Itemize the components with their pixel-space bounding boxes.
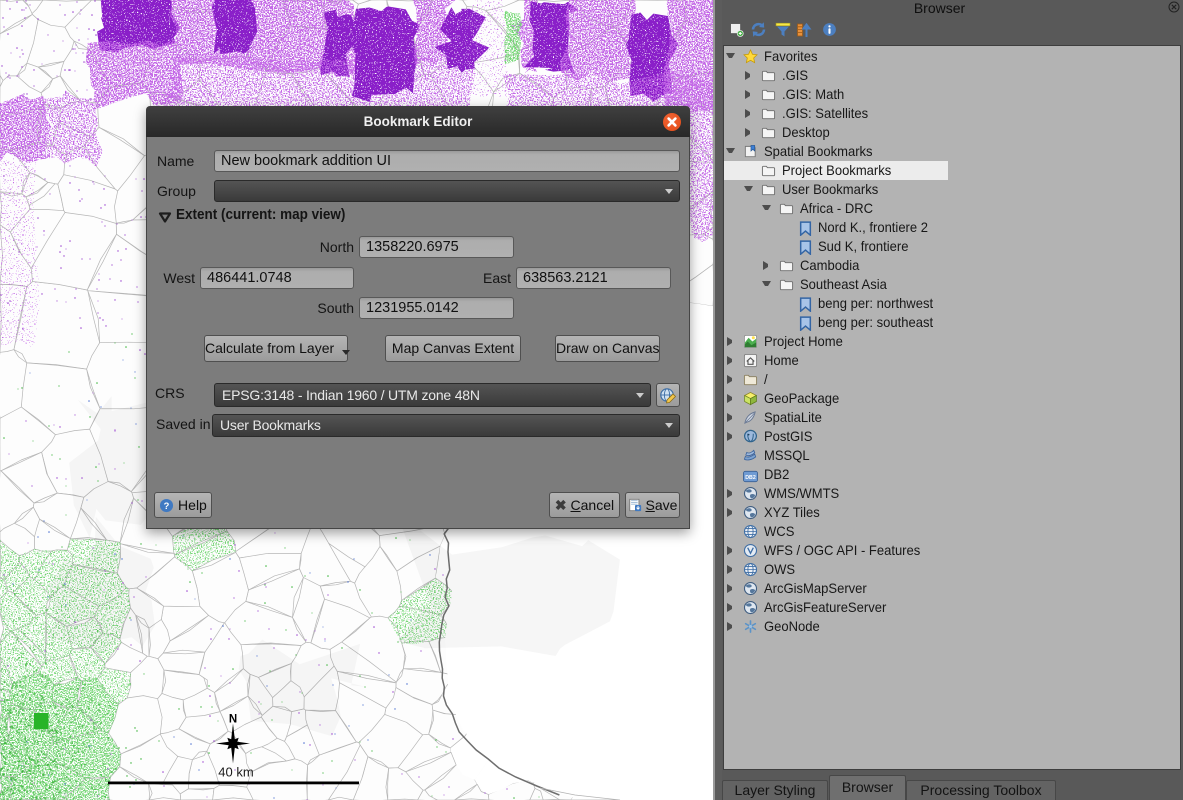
svg-text:N: N xyxy=(229,714,237,726)
svg-text:?: ? xyxy=(164,501,170,511)
svg-text:DB2: DB2 xyxy=(745,474,756,480)
svg-text:40 km: 40 km xyxy=(218,765,253,780)
